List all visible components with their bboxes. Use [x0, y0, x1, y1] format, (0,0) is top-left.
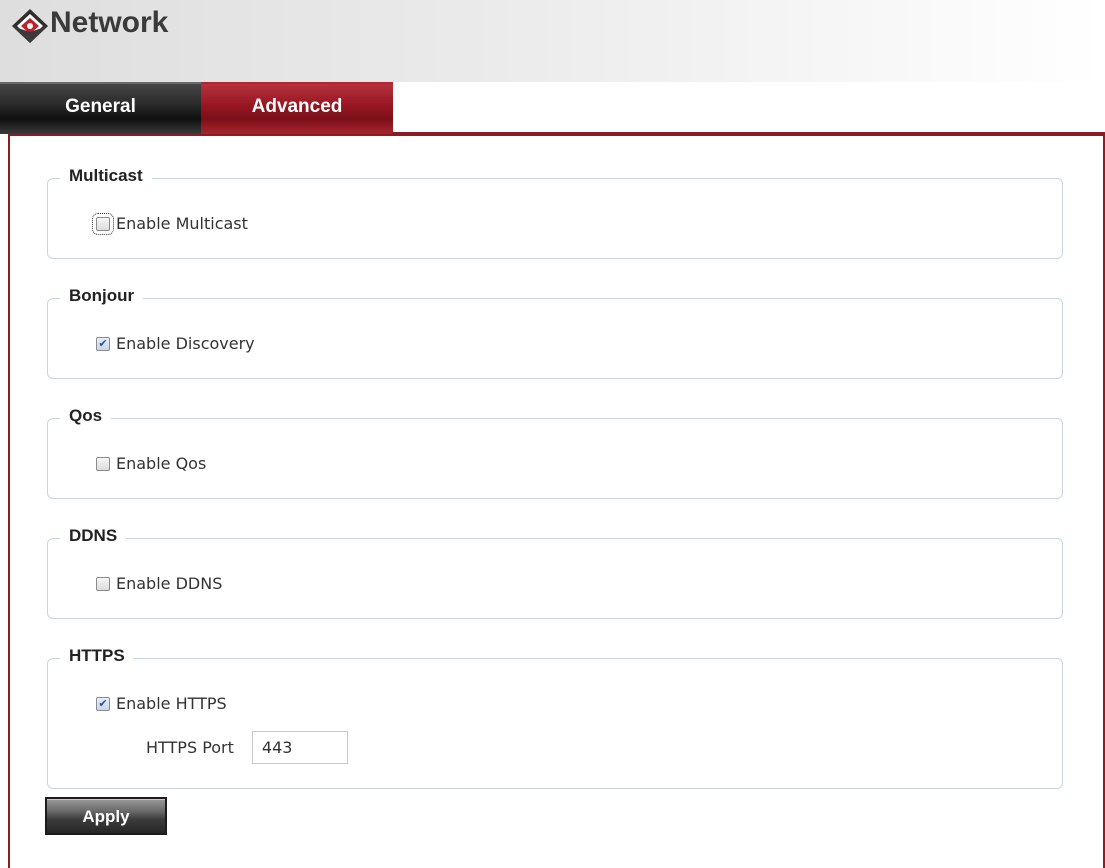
qos-legend: Qos	[60, 406, 112, 426]
ddns-legend: DDNS	[60, 526, 127, 546]
qos-group: Qos Enable Qos	[47, 406, 1063, 499]
enable-multicast-label[interactable]: Enable Multicast	[116, 214, 248, 233]
tab-general[interactable]: General	[0, 82, 201, 134]
enable-qos-row: Enable Qos	[96, 454, 206, 473]
ddns-group: DDNS Enable DDNS	[47, 526, 1063, 619]
multicast-legend: Multicast	[60, 166, 152, 186]
https-legend: HTTPS	[60, 646, 134, 666]
https-port-input[interactable]	[251, 731, 348, 764]
enable-https-row: ✔ Enable HTTPS	[96, 694, 227, 713]
multicast-group: Multicast Enable Multicast	[47, 166, 1063, 259]
enable-qos-label[interactable]: Enable Qos	[116, 454, 206, 473]
page-title: Network	[50, 6, 169, 39]
enable-ddns-checkbox[interactable]	[96, 576, 110, 591]
enable-ddns-row: Enable DDNS	[96, 574, 222, 593]
enable-ddns-label[interactable]: Enable DDNS	[116, 574, 222, 593]
page-header: Network	[0, 0, 1105, 82]
https-group: HTTPS ✔ Enable HTTPS HTTPS Port	[47, 646, 1063, 789]
checkmark-icon: ✔	[98, 337, 108, 350]
bonjour-legend: Bonjour	[60, 286, 144, 306]
enable-discovery-checkbox[interactable]: ✔	[96, 336, 110, 351]
bonjour-group: Bonjour ✔ Enable Discovery	[47, 286, 1063, 379]
apply-button[interactable]: Apply	[45, 797, 167, 835]
enable-qos-checkbox[interactable]	[96, 456, 110, 471]
enable-discovery-label[interactable]: Enable Discovery	[116, 334, 255, 353]
enable-https-label[interactable]: Enable HTTPS	[116, 694, 227, 713]
enable-multicast-checkbox[interactable]	[92, 212, 114, 235]
checkmark-icon: ✔	[98, 697, 108, 710]
tab-advanced[interactable]: Advanced	[201, 82, 393, 134]
https-port-row: HTTPS Port	[146, 731, 348, 764]
enable-https-checkbox[interactable]: ✔	[96, 696, 110, 711]
https-port-label: HTTPS Port	[146, 738, 234, 757]
enable-discovery-row: ✔ Enable Discovery	[96, 334, 255, 353]
enable-multicast-row: Enable Multicast	[92, 212, 248, 235]
tab-bar: General Advanced	[0, 82, 393, 134]
diamond-logo-icon	[12, 9, 48, 43]
